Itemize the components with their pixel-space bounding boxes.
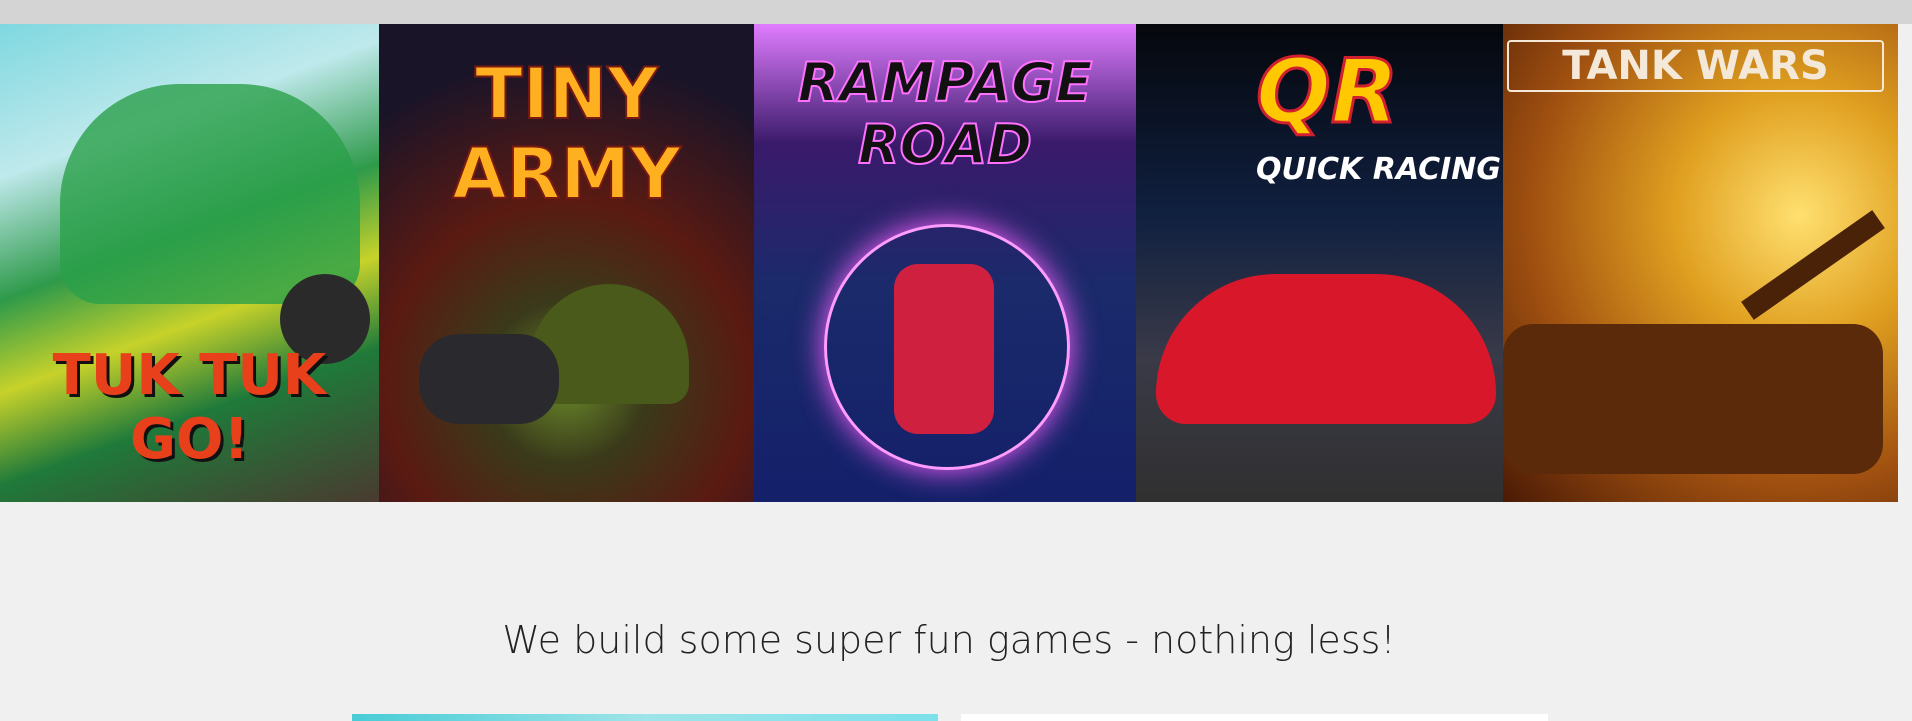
game-tile-quick-racing[interactable]: QR QUICK RACING (1136, 24, 1503, 502)
game-tile-tuk-tuk-go[interactable]: TUK TUK GO! (0, 24, 379, 502)
tagline: We build some super fun games - nothing … (502, 618, 1396, 662)
game-title: RAMPAGE ROAD (797, 51, 1094, 177)
game-title: TINY ARMY (451, 53, 681, 215)
game-title: TANK WARS (1507, 40, 1884, 92)
feature-card[interactable] (352, 714, 938, 721)
tank-barrel-artwork (1741, 210, 1885, 320)
game-subtitle: QUICK RACING (1256, 152, 1502, 187)
game-logo: QR (1255, 40, 1401, 143)
game-title: TUK TUK GO! (52, 343, 327, 472)
feature-card[interactable] (961, 714, 1548, 721)
games-banner: TUK TUK GO! TINY ARMY RAMPAGE ROAD QR QU… (0, 24, 1898, 502)
game-tile-rampage-road[interactable]: RAMPAGE ROAD (754, 24, 1136, 502)
bazooka-artwork (419, 334, 559, 424)
top-bar (0, 0, 1912, 24)
game-tile-tank-wars[interactable]: TANK WARS (1503, 24, 1898, 502)
tank-artwork (1503, 324, 1883, 474)
race-car-artwork (1156, 274, 1496, 424)
game-tile-tiny-army[interactable]: TINY ARMY (379, 24, 754, 502)
car-artwork (894, 264, 994, 434)
tuk-tuk-artwork (60, 84, 360, 304)
